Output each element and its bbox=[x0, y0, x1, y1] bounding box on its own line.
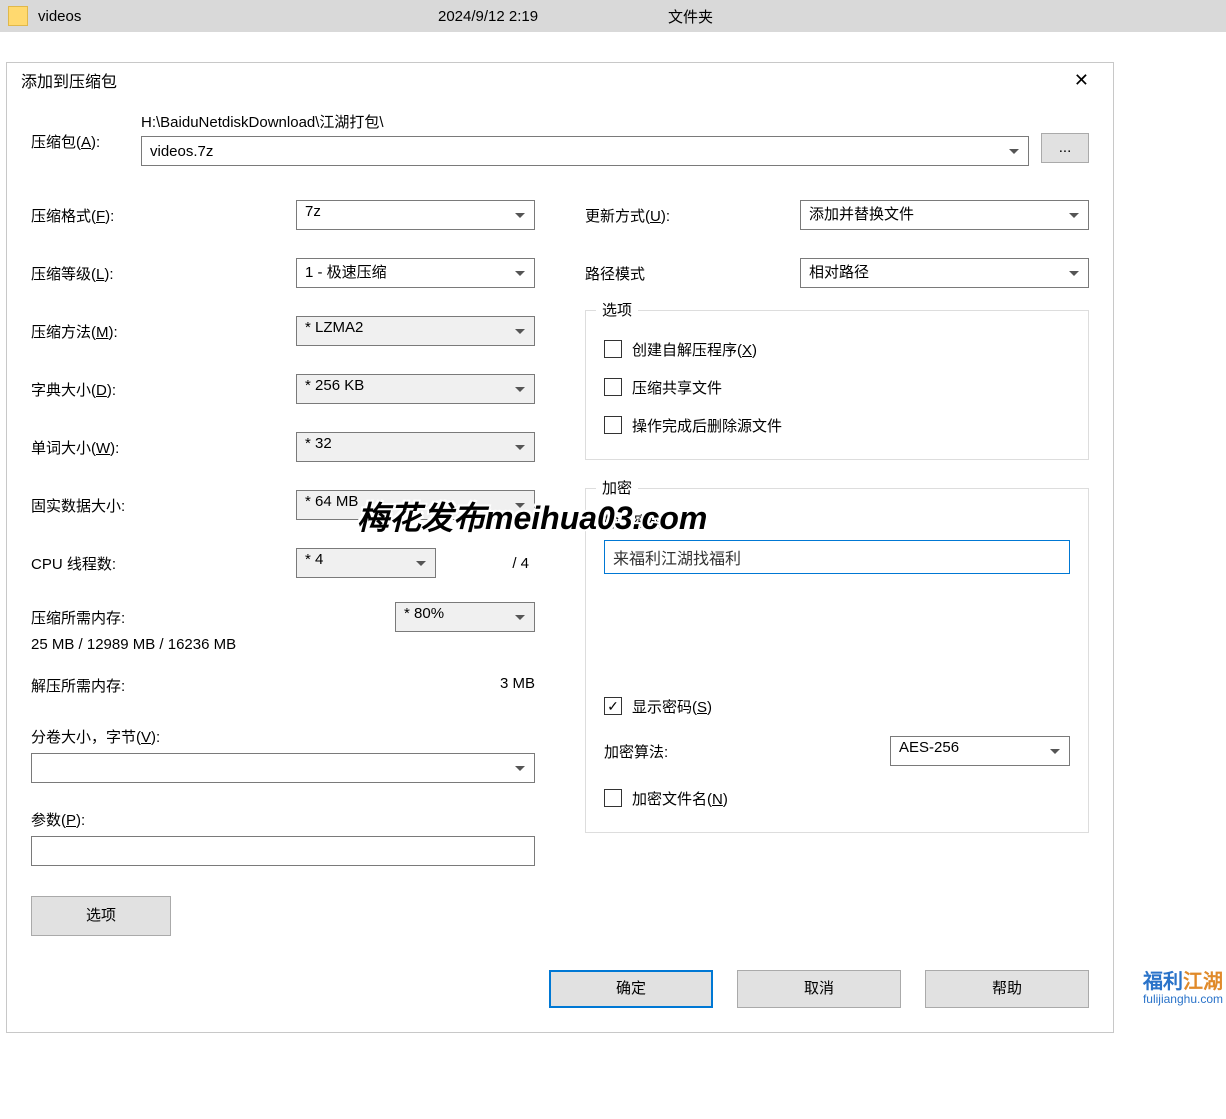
show-password-label: 显示密码(S) bbox=[632, 696, 712, 717]
method-label: 压缩方法(M): bbox=[31, 321, 296, 342]
delete-after-checkbox[interactable] bbox=[604, 416, 622, 434]
cpu-label: CPU 线程数: bbox=[31, 553, 296, 574]
help-button[interactable]: 帮助 bbox=[925, 970, 1089, 1008]
options-group: 选项 创建自解压程序(X) 压缩共享文件 操作完成后删除源文件 bbox=[585, 310, 1089, 460]
solid-label: 固实数据大小: bbox=[31, 495, 296, 516]
options-legend: 选项 bbox=[596, 299, 638, 320]
archive-name-input[interactable] bbox=[141, 136, 1029, 166]
dict-select[interactable]: * 256 KB bbox=[296, 374, 535, 404]
encryption-group: 加密 输入密码: ✓ 显示密码(S) 加密算法: AES-256 加密文件名(N bbox=[585, 488, 1089, 833]
mem-decompress-value: 3 MB bbox=[500, 675, 535, 696]
mem-decompress-label: 解压所需内存: bbox=[31, 675, 125, 696]
algo-label: 加密算法: bbox=[604, 741, 890, 762]
update-select[interactable]: 添加并替换文件 bbox=[800, 200, 1089, 230]
close-button[interactable]: ✕ bbox=[1064, 66, 1099, 95]
solid-select[interactable]: * 64 MB bbox=[296, 490, 535, 520]
method-select[interactable]: * LZMA2 bbox=[296, 316, 535, 346]
cpu-total: / 4 bbox=[512, 555, 535, 572]
cancel-button[interactable]: 取消 bbox=[737, 970, 901, 1008]
archive-label: 压缩包(A): bbox=[31, 111, 129, 152]
word-label: 单词大小(W): bbox=[31, 437, 296, 458]
archive-path: H:\BaiduNetdiskDownload\江湖打包\ bbox=[141, 111, 1029, 132]
dict-label: 字典大小(D): bbox=[31, 379, 296, 400]
word-select[interactable]: * 32 bbox=[296, 432, 535, 462]
mem-percent-select[interactable]: * 80% bbox=[395, 602, 535, 632]
mem-compress-value: 25 MB / 12989 MB / 16236 MB bbox=[31, 636, 535, 653]
shared-checkbox[interactable] bbox=[604, 378, 622, 396]
corner-logo: 福利江湖 fulijianghu.com bbox=[1143, 971, 1223, 1006]
mem-compress-label: 压缩所需内存: bbox=[31, 607, 125, 628]
split-input[interactable] bbox=[31, 753, 535, 783]
cpu-select[interactable]: * 4 bbox=[296, 548, 436, 578]
sfx-checkbox[interactable] bbox=[604, 340, 622, 358]
level-select[interactable]: 1 - 极速压缩 bbox=[296, 258, 535, 288]
params-input[interactable] bbox=[31, 836, 535, 866]
shared-label: 压缩共享文件 bbox=[632, 377, 722, 398]
dialog-title: 添加到压缩包 bbox=[21, 68, 117, 92]
options-button[interactable]: 选项 bbox=[31, 896, 171, 936]
encrypt-names-label: 加密文件名(N) bbox=[632, 788, 728, 809]
params-label: 参数(P): bbox=[31, 809, 535, 830]
ok-button[interactable]: 确定 bbox=[549, 970, 713, 1008]
file-date: 2024/9/12 2:19 bbox=[438, 8, 668, 25]
file-name: videos bbox=[38, 8, 438, 25]
split-label: 分卷大小，字节(V): bbox=[31, 726, 535, 747]
sfx-label: 创建自解压程序(X) bbox=[632, 339, 757, 360]
file-explorer-row[interactable]: videos 2024/9/12 2:19 文件夹 bbox=[0, 0, 1226, 32]
folder-icon bbox=[8, 6, 28, 26]
path-mode-label: 路径模式 bbox=[585, 263, 800, 284]
encrypt-names-checkbox[interactable] bbox=[604, 789, 622, 807]
format-label: 压缩格式(F): bbox=[31, 205, 296, 226]
file-type: 文件夹 bbox=[668, 6, 713, 27]
browse-button[interactable]: ... bbox=[1041, 133, 1089, 163]
level-label: 压缩等级(L): bbox=[31, 263, 296, 284]
algo-select[interactable]: AES-256 bbox=[890, 736, 1070, 766]
format-select[interactable]: 7z bbox=[296, 200, 535, 230]
delete-after-label: 操作完成后删除源文件 bbox=[632, 415, 782, 436]
update-label: 更新方式(U): bbox=[585, 205, 800, 226]
encryption-legend: 加密 bbox=[596, 477, 638, 498]
password-input[interactable] bbox=[604, 540, 1070, 574]
dialog-titlebar: 添加到压缩包 ✕ bbox=[7, 63, 1113, 97]
add-to-archive-dialog: 添加到压缩包 ✕ 压缩包(A): H:\BaiduNetdiskDownload… bbox=[6, 62, 1114, 1033]
show-password-checkbox[interactable]: ✓ bbox=[604, 697, 622, 715]
password-label: 输入密码: bbox=[604, 511, 1070, 532]
path-mode-select[interactable]: 相对路径 bbox=[800, 258, 1089, 288]
